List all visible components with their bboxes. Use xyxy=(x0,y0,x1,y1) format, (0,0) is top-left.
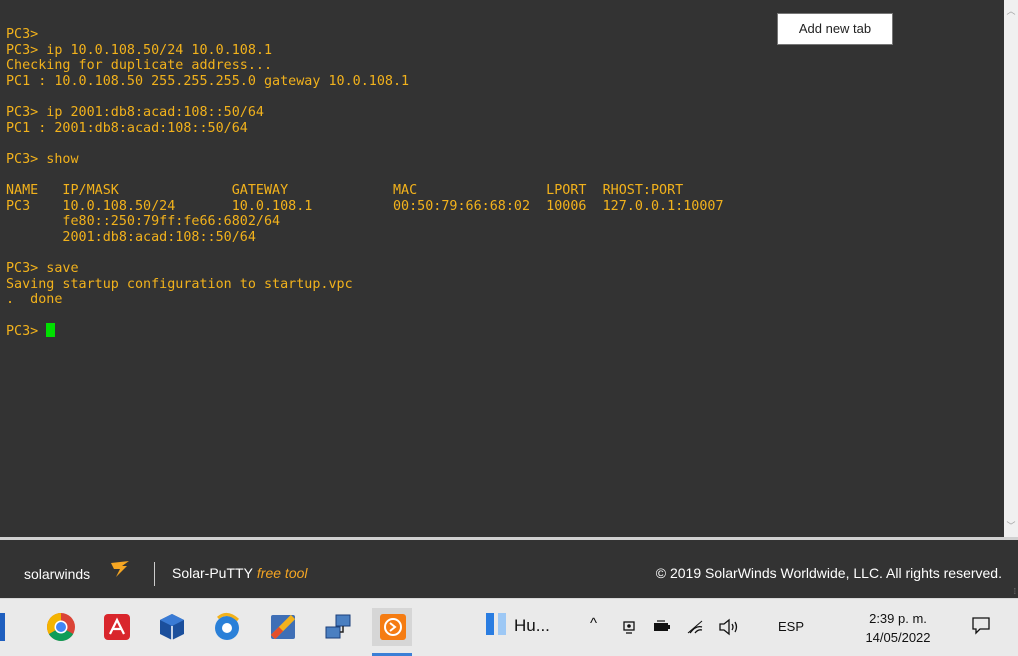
terminal-scrollbar[interactable]: ︿ ﹀ xyxy=(1004,0,1018,537)
windows-taskbar: Hu... ^ ESP 2:39 p. m. 14/05/2022 xyxy=(0,598,1018,656)
language-indicator[interactable]: ESP xyxy=(778,619,804,634)
free-tool-label: free tool xyxy=(256,565,308,581)
product-label: Solar-PuTTY xyxy=(172,565,253,581)
product-name: Solar-PuTTY free tool xyxy=(172,565,308,581)
taskbar-edge-item[interactable] xyxy=(0,613,5,641)
browser-icon[interactable] xyxy=(212,612,242,642)
chevron-up-icon[interactable]: ^ xyxy=(590,615,597,632)
notifications-icon[interactable] xyxy=(971,615,991,635)
footer-separator xyxy=(154,562,155,586)
network-icon[interactable] xyxy=(323,612,353,642)
terminal-prompt: PC3> xyxy=(6,324,47,340)
acrobat-icon[interactable] xyxy=(102,612,132,642)
solarwinds-logo[interactable]: solarwinds xyxy=(24,566,90,582)
add-new-tab-tooltip: Add new tab xyxy=(777,13,893,45)
copyright-text: © 2019 SolarWinds Worldwide, LLC. All ri… xyxy=(655,565,1002,581)
terminal-area[interactable]: PC3> PC3> ip 10.0.108.50/24 10.0.108.1 C… xyxy=(0,0,1004,537)
wifi-icon[interactable] xyxy=(686,619,704,635)
volume-icon[interactable] xyxy=(718,618,740,636)
weather-label: Hu... xyxy=(514,616,550,635)
terminal-lines: PC3> PC3> ip 10.0.108.50/24 10.0.108.1 C… xyxy=(6,27,724,308)
paint-icon[interactable] xyxy=(268,612,298,642)
scroll-up-icon[interactable]: ︿ xyxy=(1004,4,1018,18)
solar-putty-icon[interactable] xyxy=(378,612,408,642)
terminal-output: PC3> PC3> ip 10.0.108.50/24 10.0.108.1 C… xyxy=(6,27,724,340)
resize-grip-icon[interactable]: ⁞ xyxy=(1014,587,1016,596)
clock-time[interactable]: 2:39 p. m. xyxy=(852,611,944,626)
chrome-icon[interactable] xyxy=(46,612,76,642)
footer-bar: solarwinds Solar-PuTTY free tool © 2019 S… xyxy=(0,540,1018,598)
battery-icon[interactable] xyxy=(653,619,671,635)
solar-putty-window: PC3> PC3> ip 10.0.108.50/24 10.0.108.1 C… xyxy=(0,0,1018,656)
scroll-down-icon[interactable]: ﹀ xyxy=(1004,519,1018,533)
meet-now-icon[interactable] xyxy=(622,618,638,636)
weather-widget[interactable]: Hu... xyxy=(486,613,550,636)
terminal-cursor xyxy=(46,323,56,338)
weather-icon xyxy=(486,613,494,635)
virtualbox-icon[interactable] xyxy=(157,612,187,642)
clock-date[interactable]: 14/05/2022 xyxy=(852,630,944,645)
weather-icon-accent xyxy=(498,613,506,635)
solarwinds-flame-icon xyxy=(111,561,129,577)
